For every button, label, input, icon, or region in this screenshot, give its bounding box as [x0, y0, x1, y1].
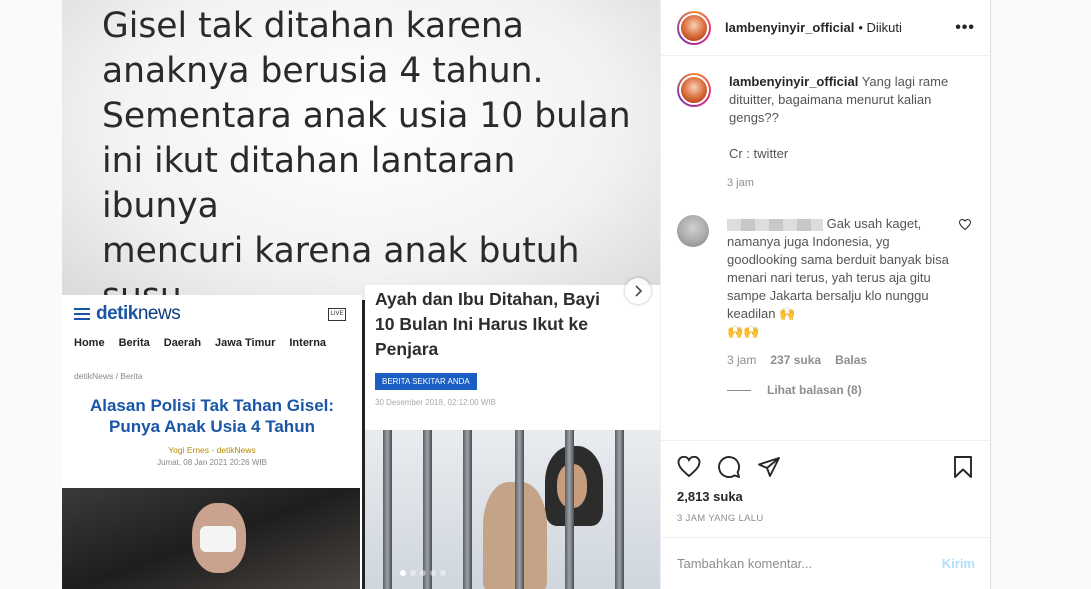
comments-list: lambenyinyir_official Yang lagi rame dit… — [661, 57, 991, 440]
post-comment-button[interactable]: Kirim — [942, 556, 975, 571]
caption-row: lambenyinyir_official Yang lagi rame dit… — [677, 73, 975, 163]
detik-nav-item: Berita — [118, 337, 150, 349]
post-header: lambenyinyir_official • Diikuti ••• — [661, 0, 991, 56]
live-icon: LIVE — [328, 307, 346, 321]
caption-username-link[interactable]: lambenyinyir_official — [729, 74, 858, 89]
right-news-badge: BERITA SEKITAR ANDA — [375, 373, 477, 390]
detik-nav: Home Berita Daerah Jawa Timur Interna — [74, 337, 350, 349]
comment-reply-button[interactable]: Balas — [835, 353, 867, 367]
post-media-carousel[interactable]: Gisel tak ditahan karena anaknya berusia… — [62, 0, 660, 589]
detik-article-title: Alasan Polisi Tak Tahan Gisel: Punya Ana… — [89, 396, 335, 436]
prison-bar — [383, 430, 392, 589]
headline-image: Gisel tak ditahan karena anaknya berusia… — [62, 0, 660, 316]
right-news-date: 30 Desember 2018, 02:12:00 WIB — [375, 398, 496, 407]
carousel-dot — [410, 570, 416, 576]
detik-date: Jumat, 08 Jan 2021 20:26 WIB — [157, 458, 267, 467]
view-replies-label: Lihat balasan (8) — [767, 383, 862, 397]
post-side-panel: lambenyinyir_official • Diikuti ••• lamb… — [660, 0, 991, 589]
comment-body: Gak usah kaget, namanya juga Indonesia, … — [727, 216, 949, 321]
detik-nav-item: Daerah — [163, 337, 202, 349]
post-actions: 2,813 suka 3 JAM YANG LALU — [661, 440, 991, 524]
comment-item: Gak usah kaget, namanya juga Indonesia, … — [677, 215, 975, 341]
comment-likes[interactable]: 237 suka — [770, 353, 821, 367]
follow-status: • Diikuti — [858, 20, 902, 35]
bookmark-icon[interactable] — [951, 455, 975, 479]
detik-author: Yogi Ernes - detikNews — [168, 445, 256, 455]
comment-icon[interactable] — [717, 455, 741, 479]
carousel-next-button[interactable] — [625, 278, 651, 304]
hamburger-icon — [74, 308, 90, 320]
author-avatar[interactable] — [677, 10, 711, 45]
post-timestamp: 3 JAM YANG LALU — [677, 513, 764, 524]
comment-emojis: 🙌🙌 — [727, 324, 760, 339]
carousel-dot-active — [400, 570, 406, 576]
more-options-icon[interactable]: ••• — [955, 19, 975, 37]
likes-count[interactable]: 2,813 suka — [677, 489, 975, 504]
instagram-post-modal: Gisel tak ditahan karena anaknya berusia… — [0, 0, 1091, 589]
heart-icon[interactable] — [677, 455, 701, 479]
comment-text: Gak usah kaget, namanya juga Indonesia, … — [727, 215, 953, 341]
carousel-dot — [420, 570, 426, 576]
prison-bar — [565, 430, 574, 589]
comment-composer: Kirim — [661, 537, 991, 589]
face-mask-shape — [200, 526, 236, 552]
share-icon[interactable] — [757, 455, 781, 479]
author-username-link[interactable]: lambenyinyir_official — [725, 20, 854, 35]
prison-bar — [515, 430, 524, 589]
comment-like-icon[interactable] — [958, 218, 972, 341]
commenter-avatar[interactable] — [677, 215, 709, 247]
blurred-username — [727, 218, 823, 231]
prison-bar — [423, 430, 432, 589]
prison-photo — [365, 430, 660, 589]
carousel-dot — [430, 570, 436, 576]
comment-input[interactable] — [677, 556, 942, 571]
view-replies-button[interactable]: Lihat balasan (8) — [727, 383, 975, 397]
detik-logo: detiknews — [96, 303, 181, 324]
detik-breadcrumb: detikNews / Berita — [74, 371, 143, 381]
gisel-photo — [62, 488, 360, 589]
headline-text: Gisel tak ditahan karena anaknya berusia… — [102, 6, 631, 316]
chevron-right-icon — [635, 285, 643, 297]
page-background-right — [990, 0, 1091, 589]
caption-time: 3 jam — [727, 177, 754, 189]
comment-meta: 3 jam 237 suka Balas — [727, 353, 975, 367]
caption-avatar[interactable] — [677, 73, 711, 107]
detik-nav-item: Home — [74, 337, 105, 349]
prison-bar — [463, 430, 472, 589]
right-news-screenshot: Ayah dan Ibu Ditahan, Bayi 10 Bulan Ini … — [365, 285, 660, 430]
caption-credit: Cr : twitter — [729, 146, 789, 161]
carousel-dot — [440, 570, 446, 576]
detik-nav-item: Jawa Timur — [215, 337, 276, 349]
detik-nav-item: Interna — [289, 337, 327, 349]
caption-text: lambenyinyir_official Yang lagi rame dit… — [729, 73, 969, 163]
right-news-title: Ayah dan Ibu Ditahan, Bayi 10 Bulan Ini … — [375, 289, 600, 359]
prison-bar — [615, 430, 624, 589]
carousel-indicator — [400, 570, 446, 576]
comment-time: 3 jam — [727, 353, 757, 367]
